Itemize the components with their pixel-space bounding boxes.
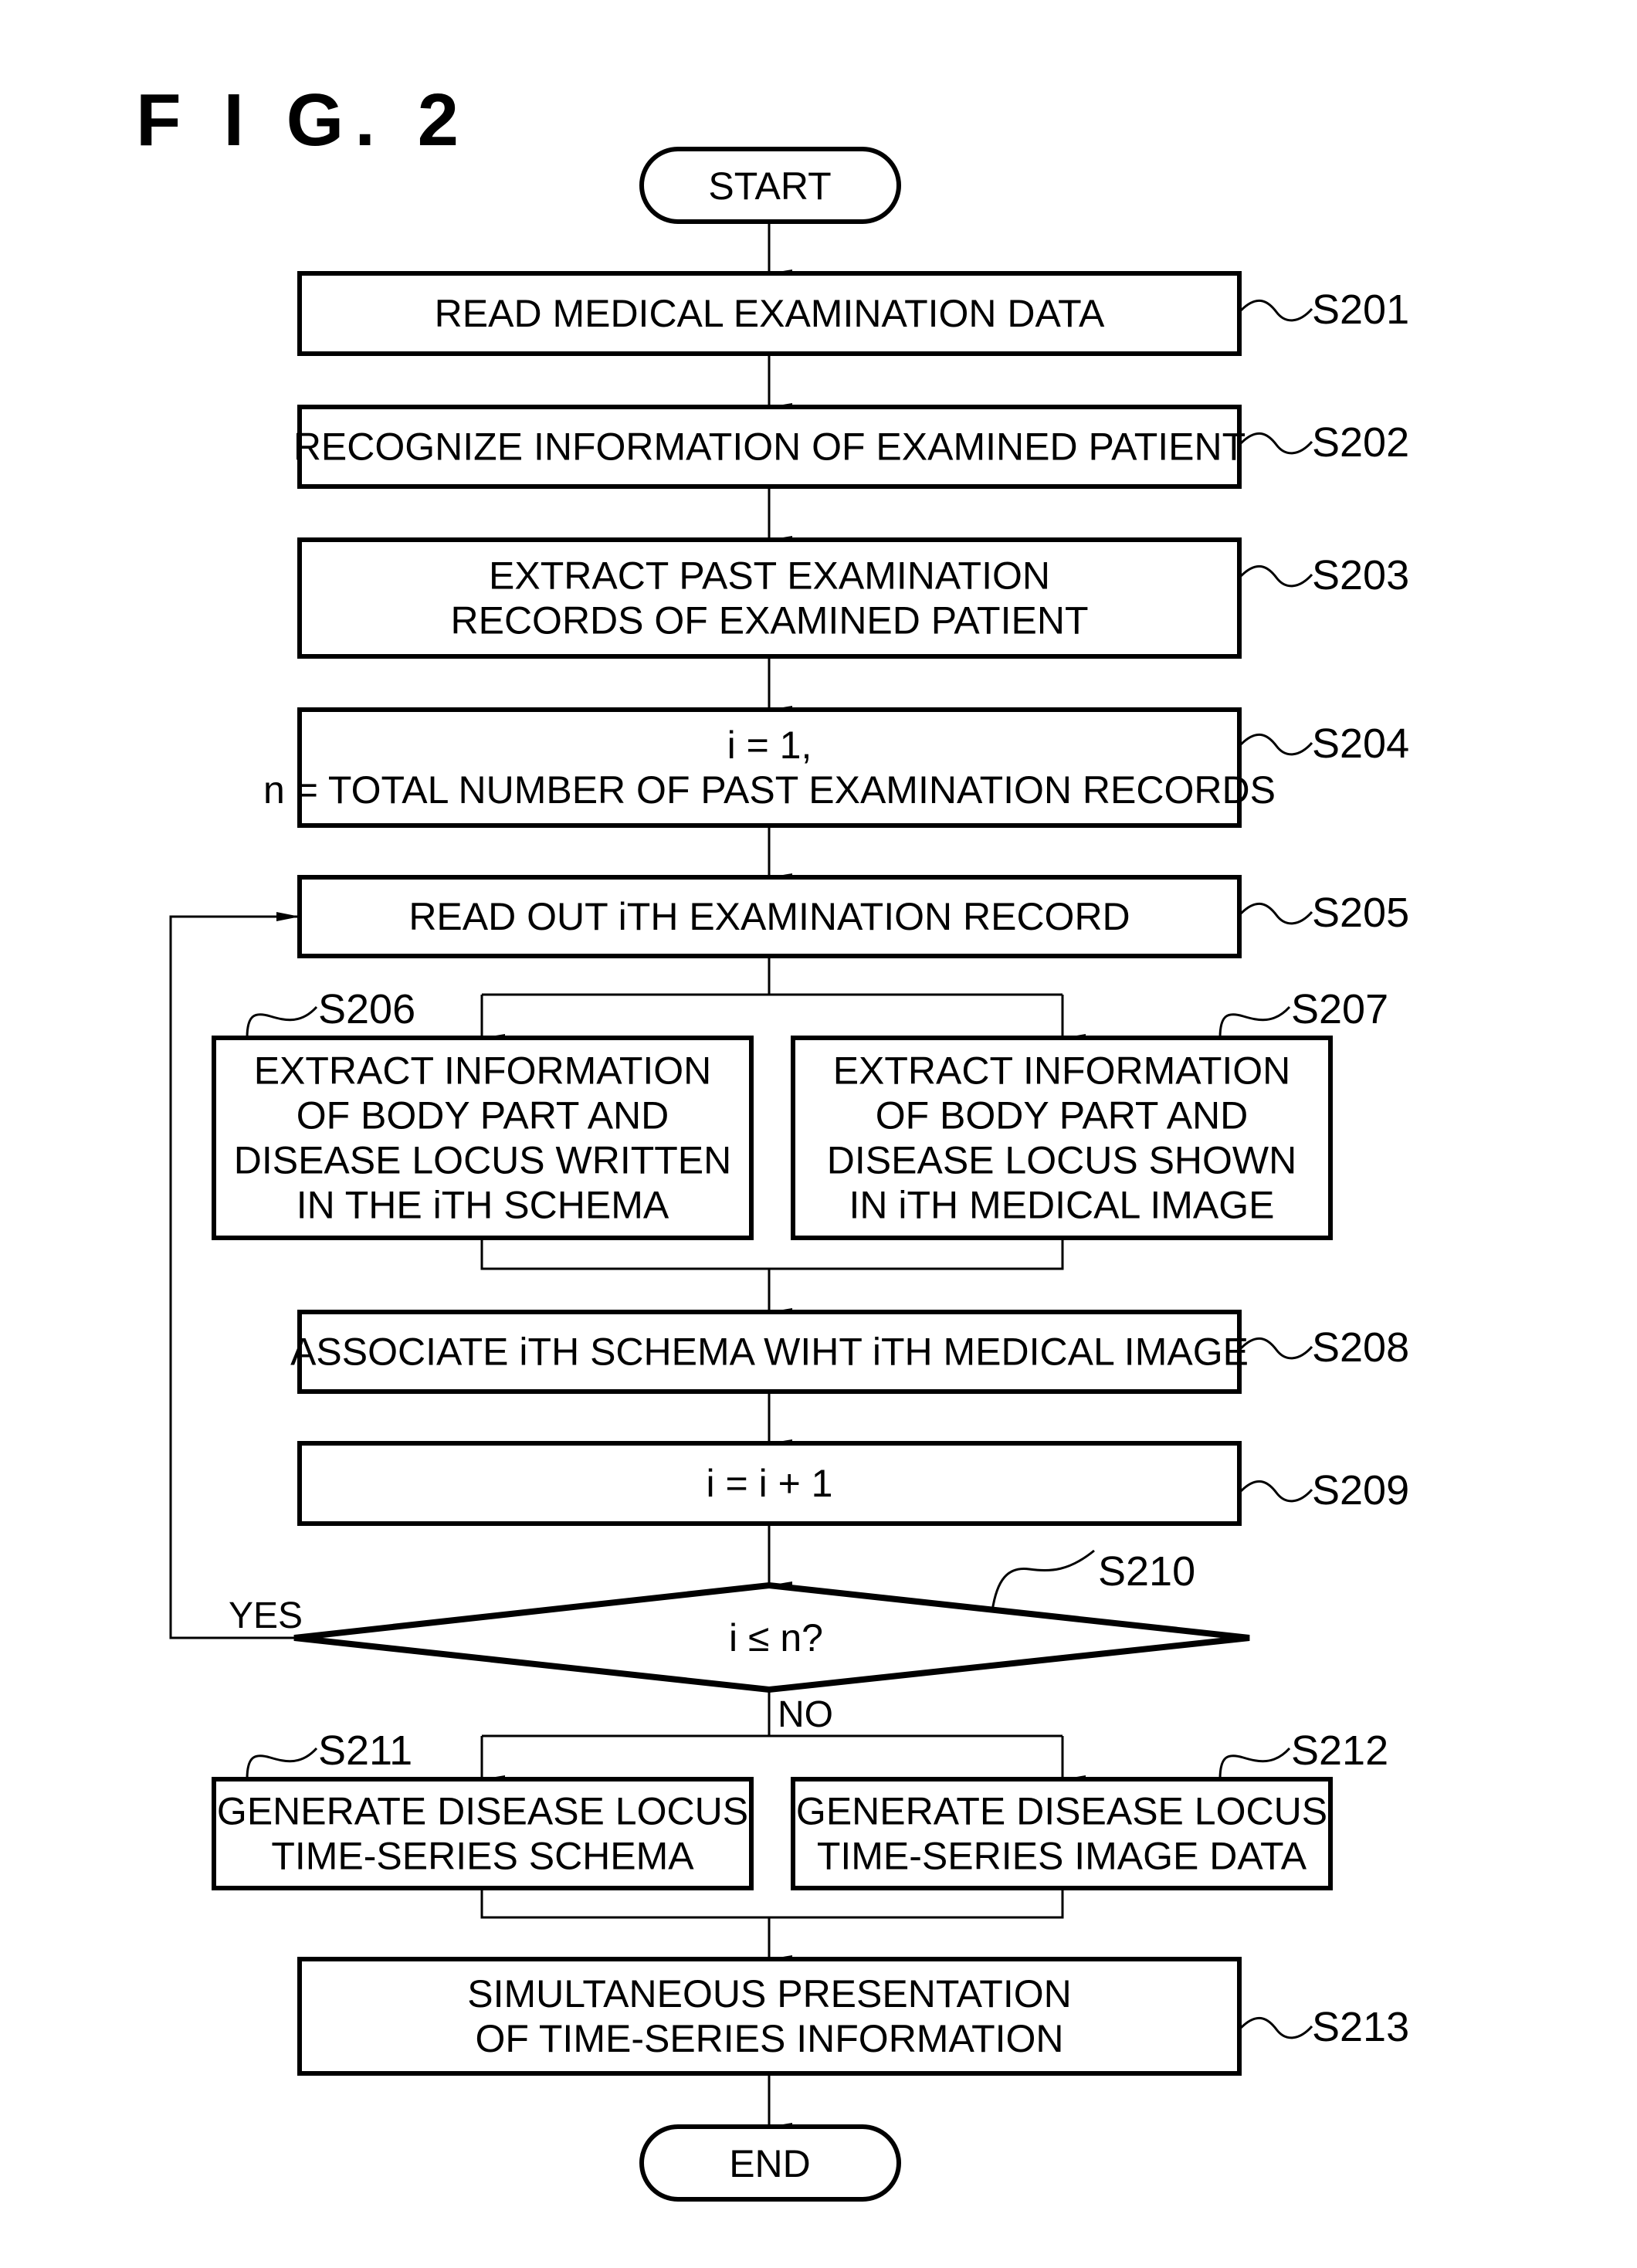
box-text-line: DISEASE LOCUS WRITTEN: [234, 1139, 732, 1182]
step-label-s205: S205: [1239, 890, 1409, 936]
leader-line: [1239, 2017, 1313, 2039]
flowchart: F I G. 2 START END READ MEDICAL EXAMINAT…: [136, 79, 1409, 2202]
box-text-line: SIMULTANEOUS PRESENTATION: [467, 1972, 1072, 2015]
step-label-s213: S213: [1239, 2004, 1409, 2050]
step-id: S201: [1312, 286, 1409, 333]
end-label: END: [729, 2142, 811, 2185]
step-label-s212: S212: [1218, 1727, 1388, 1780]
step-label-s209: S209: [1239, 1467, 1409, 1514]
box-text-line: EXTRACT INFORMATION: [833, 1049, 1291, 1093]
box-text-line: i = i + 1: [707, 1462, 833, 1505]
step-id: S206: [318, 986, 415, 1032]
process-boxes: READ MEDICAL EXAMINATION DATA RECOGNIZE I…: [212, 271, 1333, 2076]
figure-title: F I G. 2: [136, 79, 469, 161]
step-id: S213: [1312, 2004, 1409, 2050]
box-text-line: OF BODY PART AND: [297, 1094, 669, 1137]
box-text-line: EXTRACT PAST EXAMINATION: [489, 554, 1050, 598]
step-label-s207: S207: [1218, 986, 1388, 1039]
process-box-s201: READ MEDICAL EXAMINATION DATA: [297, 271, 1242, 356]
box-text-line: EXTRACT INFORMATION: [254, 1049, 712, 1093]
step-id: S211: [318, 1727, 412, 1774]
box-text-line: RECORDS OF EXAMINED PATIENT: [450, 599, 1088, 642]
box-text-line: DISEASE LOCUS SHOWN: [827, 1139, 1296, 1182]
connector-loop-yes: [169, 912, 300, 1639]
step-id: S212: [1291, 1727, 1388, 1774]
process-box-s212: GENERATE DISEASE LOCUSTIME-SERIES IMAGE …: [791, 1777, 1333, 1890]
leader-line: [1239, 1480, 1313, 1503]
box-text-line: ASSOCIATE iTH SCHEMA WIHT iTH MEDICAL IM…: [290, 1331, 1249, 1374]
leader-line: [1239, 903, 1313, 925]
step-id: S202: [1312, 419, 1409, 466]
process-box-s206: EXTRACT INFORMATIONOF BODY PART ANDDISEA…: [212, 1036, 754, 1240]
leader-line: [246, 1747, 318, 1780]
step-label-s203: S203: [1239, 552, 1409, 598]
process-box-s211: GENERATE DISEASE LOCUSTIME-SERIES SCHEMA: [212, 1777, 754, 1890]
no-label: NO: [778, 1694, 833, 1735]
box-text-line: GENERATE DISEASE LOCUS: [796, 1790, 1327, 1833]
connector-merge-bar: [480, 1238, 1064, 1270]
box-text-line: RECOGNIZE INFORMATION OF EXAMINED PATIEN…: [293, 425, 1246, 469]
process-box-s213: SIMULTANEOUS PRESENTATIONOF TIME-SERIES …: [297, 1957, 1242, 2076]
box-text-line: READ OUT iTH EXAMINATION RECORD: [408, 895, 1130, 938]
start-terminal: START: [639, 147, 901, 224]
step-id: S210: [1098, 1548, 1195, 1595]
step-label-s206: S206: [246, 986, 415, 1039]
box-text-line: i = 1,: [727, 724, 812, 767]
step-id: S204: [1312, 720, 1409, 767]
box-text-line: IN iTH MEDICAL IMAGE: [849, 1184, 1275, 1227]
process-box-s204: i = 1,n = TOTAL NUMBER OF PAST EXAMINATI…: [263, 707, 1276, 828]
leader-line: [1218, 1005, 1291, 1039]
step-id: S208: [1312, 1324, 1409, 1371]
step-label-s210: S210: [991, 1548, 1195, 1612]
end-terminal: END: [639, 2124, 901, 2202]
process-box-s209: i = i + 1: [297, 1441, 1242, 1526]
step-id: S209: [1312, 1467, 1409, 1514]
start-label: START: [708, 164, 831, 208]
process-box-s208: ASSOCIATE iTH SCHEMA WIHT iTH MEDICAL IM…: [290, 1310, 1249, 1394]
step-id: S205: [1312, 890, 1409, 936]
process-box-s202: RECOGNIZE INFORMATION OF EXAMINED PATIEN…: [293, 405, 1246, 489]
leader-line: [1239, 432, 1313, 455]
box-text-line: READ MEDICAL EXAMINATION DATA: [435, 292, 1105, 335]
leader-line: [1239, 1337, 1313, 1360]
leader-line: [991, 1549, 1095, 1612]
decision-text: i ≤ n?: [729, 1616, 823, 1659]
step-id: S207: [1291, 986, 1388, 1032]
box-text-line: OF TIME-SERIES INFORMATION: [475, 2017, 1063, 2060]
decision-s210: i ≤ n?: [293, 1581, 1250, 1693]
step-label-s202: S202: [1239, 419, 1409, 466]
step-label-s204: S204: [1239, 720, 1409, 767]
leader-line: [1218, 1747, 1291, 1780]
leader-line: [1239, 300, 1313, 322]
box-text-line: OF BODY PART AND: [876, 1094, 1249, 1137]
process-box-s205: READ OUT iTH EXAMINATION RECORD: [297, 875, 1242, 958]
connector-merge2-bar: [480, 1888, 1064, 1919]
box-text-line: TIME-SERIES SCHEMA: [271, 1835, 694, 1878]
box-text-line: GENERATE DISEASE LOCUS: [217, 1790, 748, 1833]
step-label-s208: S208: [1239, 1324, 1409, 1371]
box-text-line: n = TOTAL NUMBER OF PAST EXAMINATION REC…: [263, 768, 1276, 812]
leader-line: [1239, 734, 1313, 756]
leader-line: [246, 1005, 318, 1039]
process-box-s203: EXTRACT PAST EXAMINATIONRECORDS OF EXAMI…: [297, 537, 1242, 659]
step-id: S203: [1312, 552, 1409, 598]
yes-label: YES: [229, 1595, 303, 1636]
step-label-s201: S201: [1239, 286, 1409, 333]
box-text-line: TIME-SERIES IMAGE DATA: [817, 1835, 1307, 1878]
leader-line: [1239, 565, 1313, 588]
step-label-s211: S211: [246, 1727, 412, 1780]
process-box-s207: EXTRACT INFORMATIONOF BODY PART ANDDISEA…: [791, 1036, 1333, 1240]
box-text-line: IN THE iTH SCHEMA: [297, 1184, 669, 1227]
